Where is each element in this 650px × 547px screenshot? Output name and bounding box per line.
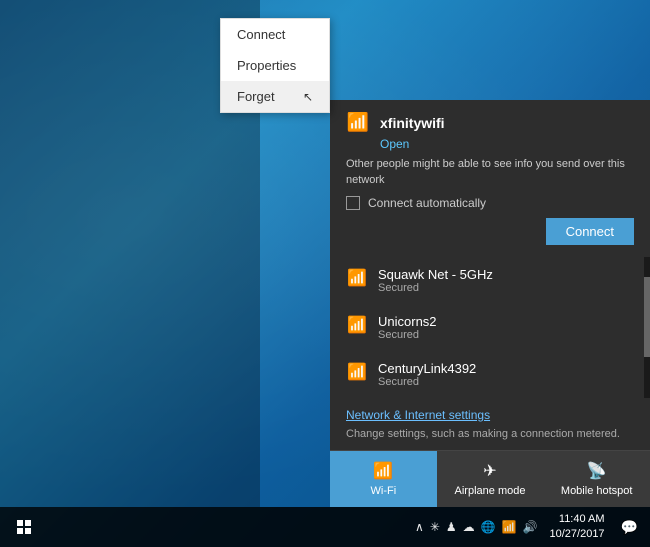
airplane-quick-action[interactable]: ✈ Airplane mode	[437, 451, 544, 507]
wifi-active-icon: 📶	[346, 112, 370, 133]
clock-time: 11:40 AM	[550, 512, 605, 527]
cursor-icon: ↖	[303, 90, 313, 104]
network-item-secured: Secured	[378, 376, 634, 388]
network-list: 📶 Squawk Net - 5GHz Secured 📶 Unicorns2 …	[330, 257, 650, 398]
network-item-secured: Secured	[378, 329, 634, 341]
taskbar: ∧ ✳ ♟ ☁ 🌐 📶 🔊 11:40 AM 10/27/2017 💬	[0, 507, 650, 547]
system-tray: ∧ ✳ ♟ ☁ 🌐 📶 🔊	[415, 520, 537, 534]
wifi-tray-icon[interactable]: 📶	[502, 520, 517, 534]
network-item-name: CenturyLink4392	[378, 361, 634, 376]
context-menu-forget[interactable]: Forget ↖	[221, 81, 329, 112]
airplane-quick-icon: ✈	[483, 461, 496, 481]
connect-button-row: Connect	[346, 218, 634, 245]
active-network-status: Open	[380, 137, 634, 151]
scrollbar-track[interactable]	[644, 257, 650, 398]
wifi-icon: 📶	[346, 362, 368, 382]
network-item-info: CenturyLink4392 Secured	[378, 361, 634, 388]
network-item-info: Unicorns2 Secured	[378, 314, 634, 341]
asterisk-icon: ✳	[430, 520, 440, 534]
wifi-quick-icon: 📶	[373, 461, 393, 481]
network-item[interactable]: 📶 Squawk Net - 5GHz Secured	[330, 257, 650, 304]
network-item-name: Squawk Net - 5GHz	[378, 267, 634, 282]
hotspot-quick-action[interactable]: 📡 Mobile hotspot	[543, 451, 650, 507]
network-list-container: 📶 Squawk Net - 5GHz Secured 📶 Unicorns2 …	[330, 257, 650, 398]
wifi-icon: 📶	[346, 268, 368, 288]
connect-button[interactable]: Connect	[546, 218, 634, 245]
wifi-quick-label: Wi-Fi	[371, 485, 397, 497]
context-menu: Connect Properties Forget ↖	[220, 18, 330, 113]
network-item-name: Unicorns2	[378, 314, 634, 329]
active-network-section: 📶 xfinitywifi Open Other people might be…	[330, 100, 650, 257]
airplane-quick-label: Airplane mode	[455, 485, 526, 497]
clock-date: 10/27/2017	[550, 527, 605, 542]
wifi-panel: 📶 xfinitywifi Open Other people might be…	[330, 100, 650, 507]
volume-icon[interactable]: 🔊	[523, 520, 538, 534]
wifi-icon: 📶	[346, 315, 368, 335]
windows-logo-icon	[17, 520, 31, 534]
context-menu-connect[interactable]: Connect	[221, 19, 329, 50]
connect-auto-checkbox[interactable]	[346, 196, 360, 210]
taskbar-right: ∧ ✳ ♟ ☁ 🌐 📶 🔊 11:40 AM 10/27/2017 💬	[415, 512, 650, 543]
network-settings-link[interactable]: Network & Internet settings	[330, 398, 650, 426]
hotspot-quick-label: Mobile hotspot	[561, 485, 633, 497]
quick-actions-bar: 📶 Wi-Fi ✈ Airplane mode 📡 Mobile hotspot	[330, 450, 650, 507]
network-item[interactable]: 📶 Unicorns2 Secured	[330, 304, 650, 351]
chevron-tray-icon[interactable]: ∧	[415, 520, 424, 534]
wifi-quick-action[interactable]: 📶 Wi-Fi	[330, 451, 437, 507]
network-icon: 🌐	[481, 520, 496, 534]
network-item-secured: Secured	[378, 282, 634, 294]
network-settings-desc: Change settings, such as making a connec…	[330, 426, 650, 450]
start-button[interactable]	[4, 507, 44, 547]
connect-auto-label: Connect automatically	[368, 196, 486, 210]
scrollbar-thumb[interactable]	[644, 277, 650, 357]
notification-button[interactable]: 💬	[617, 519, 642, 536]
network-warning-text: Other people might be able to see info y…	[346, 157, 634, 188]
active-network-name[interactable]: xfinitywifi	[380, 115, 445, 131]
context-menu-properties[interactable]: Properties	[221, 50, 329, 81]
cloud-icon: ☁	[463, 520, 475, 534]
user-icon: ♟	[446, 520, 457, 534]
clock[interactable]: 11:40 AM 10/27/2017	[542, 512, 613, 543]
network-header: 📶 xfinitywifi	[346, 112, 634, 133]
network-item[interactable]: 📶 CenturyLink4392 Secured	[330, 351, 650, 398]
connect-auto-row: Connect automatically	[346, 196, 634, 210]
desktop: ∧ ✳ ♟ ☁ 🌐 📶 🔊 11:40 AM 10/27/2017 💬 📶 xf…	[0, 0, 650, 547]
taskbar-left	[0, 507, 415, 547]
hotspot-quick-icon: 📡	[587, 461, 607, 481]
network-item-info: Squawk Net - 5GHz Secured	[378, 267, 634, 294]
